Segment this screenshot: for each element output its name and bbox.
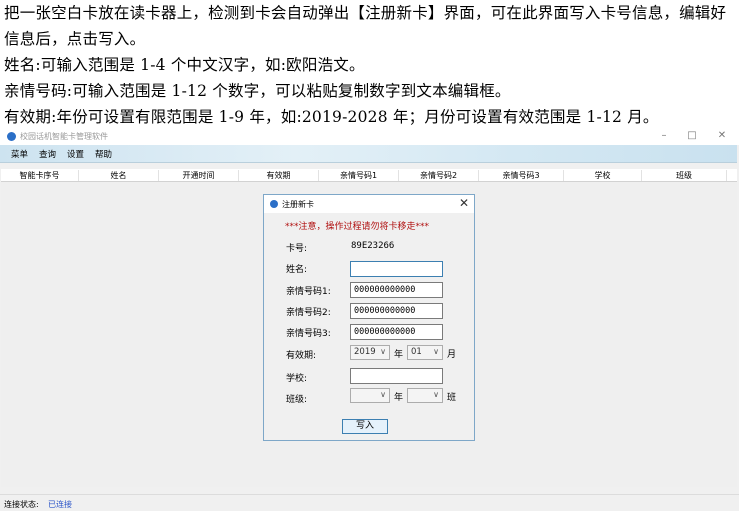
maximize-button[interactable]: □ bbox=[685, 130, 699, 141]
window-title: 校园话机智能卡管理软件 bbox=[20, 132, 108, 141]
card-number-label: 卡号: bbox=[286, 244, 308, 254]
dialog-title-bar: 注册新卡 ✕ bbox=[264, 195, 474, 213]
menu-item-query[interactable]: 查询 bbox=[39, 148, 56, 160]
column-header-phone3[interactable]: 亲情号码3 bbox=[479, 170, 564, 181]
phone2-input[interactable]: 000000000000 bbox=[350, 303, 443, 319]
class-year-select[interactable]: ∨ bbox=[350, 388, 390, 403]
warning-notice: ***注意，操作过程请勿将卡移走*** bbox=[285, 222, 430, 232]
phone2-label: 亲情号码2: bbox=[286, 308, 331, 318]
instructions: 把一张空白卡放在读卡器上，检测到卡会自动弹出【注册新卡】界面，可在此界面写入卡号… bbox=[4, 0, 737, 130]
close-button[interactable]: ✕ bbox=[715, 130, 729, 141]
menu-item-settings[interactable]: 设置 bbox=[67, 148, 84, 160]
month-select[interactable]: 01 ∨ bbox=[407, 345, 443, 360]
dialog-title: 注册新卡 bbox=[282, 200, 314, 209]
column-header-phone1[interactable]: 亲情号码1 bbox=[319, 170, 399, 181]
column-header-class[interactable]: 班级 bbox=[642, 170, 727, 181]
phone1-input[interactable]: 000000000000 bbox=[350, 282, 443, 298]
name-input[interactable] bbox=[350, 261, 443, 277]
validity-label: 有效期: bbox=[286, 351, 317, 361]
month-select-value: 01 bbox=[411, 347, 422, 357]
school-input[interactable] bbox=[350, 368, 443, 384]
class-year-unit: 年 bbox=[394, 393, 404, 403]
year-select[interactable]: 2019 ∨ bbox=[350, 345, 390, 360]
write-button[interactable]: 写入 bbox=[342, 419, 388, 434]
phone3-input[interactable]: 000000000000 bbox=[350, 324, 443, 340]
app-logo-icon bbox=[7, 132, 16, 141]
table-header: 智能卡序号 姓名 开通时间 有效期 亲情号码1 亲情号码2 亲情号码3 学校 班… bbox=[1, 169, 737, 182]
chevron-down-icon: ∨ bbox=[380, 347, 386, 356]
chevron-down-icon: ∨ bbox=[433, 347, 439, 356]
month-unit: 月 bbox=[447, 350, 457, 360]
name-label: 姓名: bbox=[286, 265, 308, 275]
menu-item-help[interactable]: 帮助 bbox=[95, 148, 112, 160]
menu-item-menu[interactable]: 菜单 bbox=[11, 148, 28, 160]
phone3-label: 亲情号码3: bbox=[286, 329, 331, 339]
year-unit: 年 bbox=[394, 350, 404, 360]
year-select-value: 2019 bbox=[354, 347, 376, 357]
school-label: 学校: bbox=[286, 374, 308, 384]
column-header-name[interactable]: 姓名 bbox=[79, 170, 159, 181]
class-label: 班级: bbox=[286, 395, 308, 405]
instruction-line-1: 把一张空白卡放在读卡器上，检测到卡会自动弹出【注册新卡】界面，可在此界面写入卡号… bbox=[4, 4, 727, 48]
status-value: 已连接 bbox=[48, 500, 72, 509]
title-bar: 校园话机智能卡管理软件 – □ ✕ bbox=[0, 128, 739, 145]
minimize-button[interactable]: – bbox=[657, 130, 671, 141]
menu-bar: 菜单 查询 设置 帮助 bbox=[0, 145, 737, 163]
class-select[interactable]: ∨ bbox=[407, 388, 443, 403]
dialog-close-button[interactable]: ✕ bbox=[459, 196, 469, 210]
class-unit: 班 bbox=[447, 393, 457, 403]
status-bar: 连接状态: 已连接 bbox=[0, 494, 739, 511]
chevron-down-icon: ∨ bbox=[380, 390, 386, 399]
phone1-label: 亲情号码1: bbox=[286, 287, 331, 297]
column-header-school[interactable]: 学校 bbox=[564, 170, 642, 181]
instruction-line-3: 亲情号码:可输入范围是 1-12 个数字，可以粘贴复制数字到文本编辑框。 bbox=[4, 82, 511, 100]
chevron-down-icon: ∨ bbox=[433, 390, 439, 399]
column-header-validity[interactable]: 有效期 bbox=[239, 170, 319, 181]
column-header-phone2[interactable]: 亲情号码2 bbox=[399, 170, 479, 181]
column-header-open-time[interactable]: 开通时间 bbox=[159, 170, 239, 181]
instruction-line-2: 姓名:可输入范围是 1-4 个中文汉字，如:欧阳浩文。 bbox=[4, 56, 365, 74]
card-number-value: 89E23266 bbox=[351, 241, 395, 251]
column-header-card-id[interactable]: 智能卡序号 bbox=[1, 170, 79, 181]
dialog-logo-icon bbox=[270, 200, 278, 208]
status-label: 连接状态: bbox=[4, 500, 39, 509]
register-card-dialog: 注册新卡 ✕ ***注意，操作过程请勿将卡移走*** 卡号: 89E23266 … bbox=[263, 194, 475, 441]
instruction-line-4: 有效期:年份可设置有限范围是 1-9 年，如:2019-2028 年；月份可设置… bbox=[4, 108, 659, 126]
